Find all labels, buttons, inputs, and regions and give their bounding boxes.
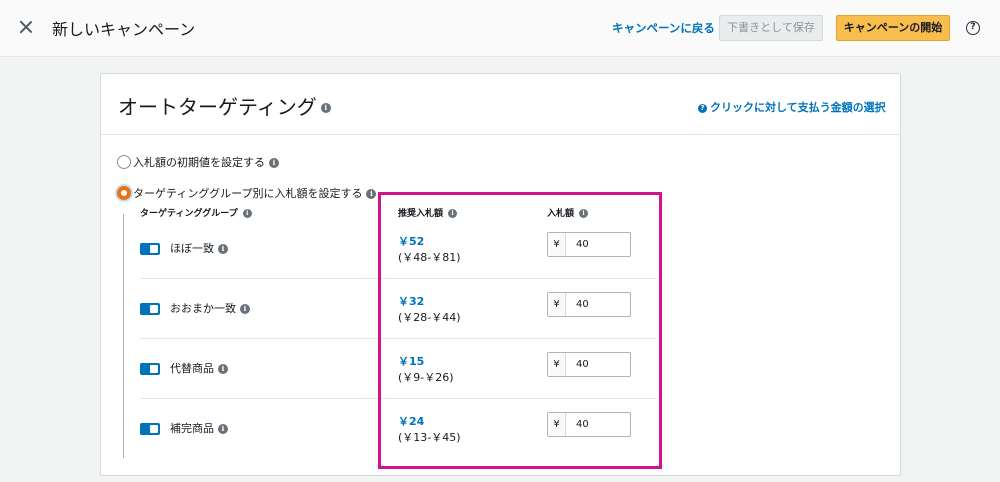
radio-option-group-bid[interactable]: ターゲティンググループ別に入札額を設定する i [117,185,377,201]
group-name: 補完商品 i [170,420,228,436]
help-icon[interactable]: ? [966,21,980,35]
bid-help-link-text: クリックに対して支払う金額の選択 [710,101,886,114]
highlight-frame [378,192,662,469]
start-campaign-button[interactable]: キャンペーンの開始 [836,15,950,41]
info-icon[interactable]: i [218,244,228,254]
info-icon[interactable]: i [240,304,250,314]
close-icon[interactable] [17,18,35,36]
group-indent-line [123,214,124,458]
card-title-text: オートターゲティング [118,95,317,119]
group-name-text: おおまか一致 [170,302,236,315]
row-toggle[interactable] [140,303,160,315]
save-draft-button[interactable]: 下書きとして保存 [719,15,823,41]
radio-option-default-bid[interactable]: 入札額の初期値を設定する i [117,154,279,170]
radio-default-bid-label: 入札額の初期値を設定する [133,156,265,169]
top-bar: 新しいキャンペーン キャンペーンに戻る 下書きとして保存 キャンペーンの開始 ? [0,0,1000,57]
page-title: 新しいキャンペーン [52,20,196,39]
radio-group-bid[interactable] [117,186,131,200]
row-toggle[interactable] [140,423,160,435]
group-name: 代替商品 i [170,360,228,376]
group-name-text: 代替商品 [170,362,214,375]
info-icon[interactable]: i [269,158,279,168]
info-icon[interactable]: i [366,189,377,199]
group-name: ほぼ一致 i [170,240,228,256]
radio-group-bid-label: ターゲティンググループ別に入札額を設定する [133,187,363,200]
card-header: オートターゲティング i ? クリックに対して支払う金額の選択 [101,74,900,135]
back-to-campaigns-link[interactable]: キャンペーンに戻る [612,20,715,36]
card-title: オートターゲティング i [118,91,331,120]
question-icon: ? [698,104,707,113]
group-name: おおまか一致 i [170,300,250,316]
group-name-text: 補完商品 [170,422,214,435]
row-toggle[interactable] [140,243,160,255]
column-header-group: ターゲティンググループ i [140,206,252,219]
info-icon[interactable]: i [242,209,252,218]
bid-help-link[interactable]: ? クリックに対して支払う金額の選択 [698,99,886,115]
info-icon[interactable]: i [320,102,331,113]
group-name-text: ほぼ一致 [170,242,214,255]
row-toggle[interactable] [140,363,160,375]
column-header-group-text: ターゲティンググループ [140,209,238,219]
info-icon[interactable]: i [218,364,228,374]
radio-default-bid[interactable] [117,155,131,169]
info-icon[interactable]: i [218,424,228,434]
